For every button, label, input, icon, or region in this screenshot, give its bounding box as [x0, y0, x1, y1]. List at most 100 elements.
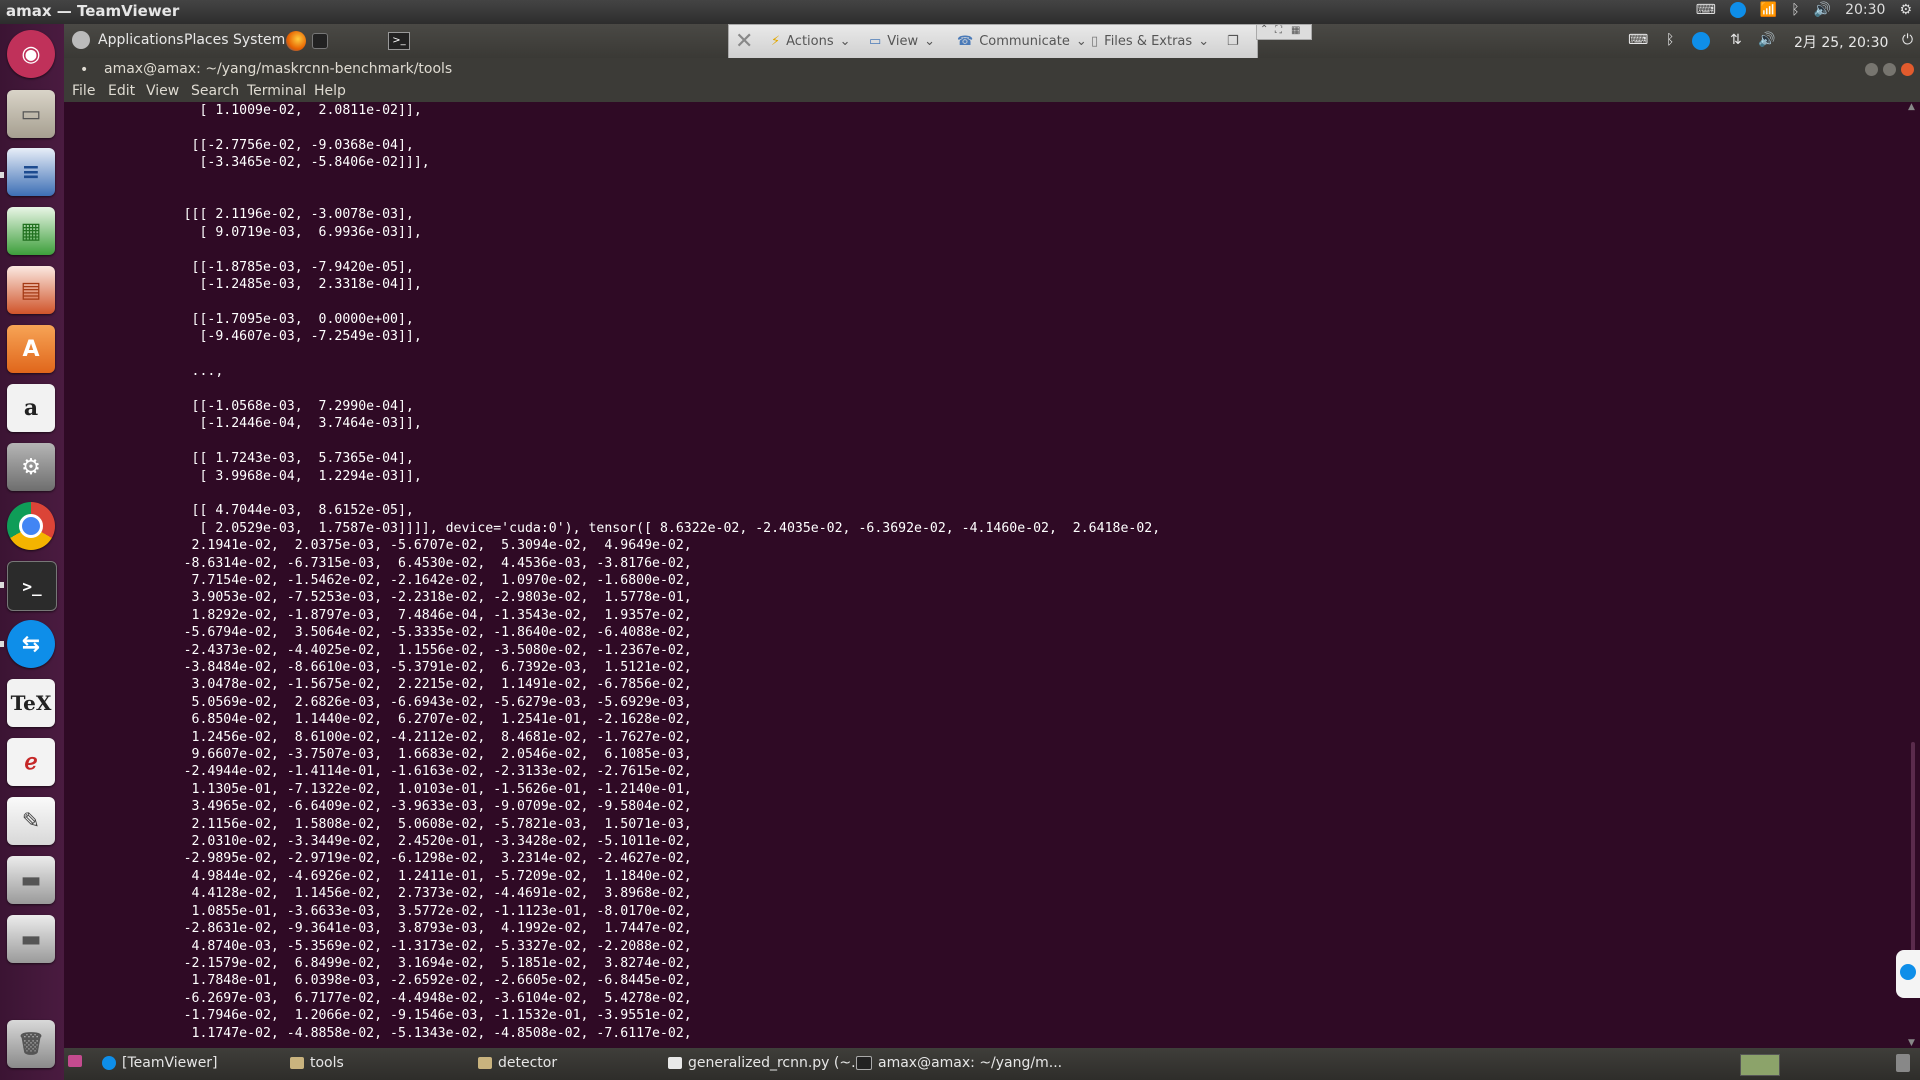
show-desktop-icon[interactable]: [68, 1055, 82, 1067]
chrome-icon[interactable]: [7, 502, 55, 550]
menu-terminal[interactable]: Terminal: [247, 83, 306, 99]
launcher-running-indicator: [0, 582, 4, 588]
folder-icon: [478, 1057, 492, 1069]
maximize-button[interactable]: [1883, 63, 1896, 76]
lightning-icon: ⚡: [771, 34, 781, 49]
applications-menu[interactable]: Applications: [98, 32, 184, 48]
pdf-viewer-icon[interactable]: ℯ: [7, 738, 55, 786]
workspace-switcher[interactable]: [1740, 1054, 1780, 1076]
system-tray: ⌨ 📶 ᛒ 🔊 20:30 ⚙: [1696, 2, 1912, 18]
taskbar-item-tools[interactable]: tools: [290, 1055, 344, 1071]
terminal-scrollbar[interactable]: ▲ ▼: [1906, 102, 1920, 1048]
firefox-icon[interactable]: [286, 31, 306, 51]
texmaker-icon[interactable]: TeX: [7, 679, 55, 727]
actions-label: Actions: [786, 34, 834, 49]
terminal-output-area[interactable]: [ 1.1009e-02, 2.0811e-02]], [[-2.7756e-0…: [64, 102, 1906, 1048]
terminal-small-icon: •: [80, 62, 89, 78]
close-icon[interactable]: ✕: [735, 29, 753, 54]
drive-icon[interactable]: ▬: [7, 915, 55, 963]
files-icon[interactable]: ▭: [7, 90, 55, 138]
text-editor-icon[interactable]: ✎: [7, 797, 55, 845]
taskbar-item-editor[interactable]: generalized_rcnn.py (~...: [668, 1055, 864, 1071]
windows-icon[interactable]: ❐: [1227, 34, 1239, 49]
chevron-down-icon: ⌄: [924, 34, 936, 49]
system-settings-icon[interactable]: ⚙: [7, 443, 55, 491]
camera-icon[interactable]: [312, 33, 328, 49]
teamviewer-icon[interactable]: ⇆: [7, 620, 55, 668]
writer-icon[interactable]: ≡: [7, 148, 55, 196]
bluetooth-icon[interactable]: ᛒ: [1791, 2, 1799, 18]
taskbar-label: [TeamViewer]: [122, 1055, 218, 1071]
terminal-icon[interactable]: >_: [7, 561, 57, 611]
taskbar-label: detector: [498, 1055, 558, 1071]
launcher-running-indicator: [0, 641, 4, 647]
applications-icon[interactable]: [72, 31, 90, 49]
file-icon: ▯: [1091, 34, 1099, 49]
gear-icon[interactable]: ⚙: [1899, 2, 1912, 18]
grid-icon[interactable]: ▦: [1291, 25, 1300, 36]
teamviewer-side-tab[interactable]: [1896, 950, 1920, 998]
teamviewer-tray-icon[interactable]: [1692, 32, 1710, 50]
system-menu[interactable]: System: [233, 32, 285, 48]
taskbar-item-terminal[interactable]: amax@amax: ~/yang/m...: [856, 1055, 1062, 1071]
impress-icon[interactable]: ▤: [7, 266, 55, 314]
menu-view[interactable]: View: [146, 83, 179, 99]
folder-icon: [290, 1057, 304, 1069]
teamviewer-tray-icon[interactable]: [1729, 2, 1746, 18]
places-menu[interactable]: Places: [184, 32, 229, 48]
taskbar-item-teamviewer[interactable]: [TeamViewer]: [102, 1055, 218, 1071]
terminal-menubar: File Edit View Search Terminal Help: [64, 82, 1920, 102]
power-icon[interactable]: ⏻: [1902, 32, 1913, 48]
taskbar-item-detector[interactable]: detector: [478, 1055, 557, 1071]
communicate-menu[interactable]: ☎ Communicate ⌄: [957, 34, 1087, 49]
chevron-up-icon[interactable]: ⌃: [1260, 24, 1268, 35]
terminal-title: amax@amax: ~/yang/maskrcnn-benchmark/too…: [104, 61, 453, 77]
datetime[interactable]: 2月 25, 20:30: [1794, 32, 1888, 52]
teamviewer-toolbar: ✕ ⚡ Actions ⌄ ▭ View ⌄ ☎ Communicate ⌄ ▯…: [728, 24, 1258, 60]
window-title: amax — TeamViewer: [6, 2, 180, 20]
ubuntu-dash-icon[interactable]: ◉: [7, 30, 55, 78]
menu-file[interactable]: File: [72, 83, 95, 99]
terminal-launcher-icon[interactable]: >_: [388, 32, 410, 50]
taskbar-label: tools: [310, 1055, 344, 1071]
menu-help[interactable]: Help: [314, 83, 346, 99]
scroll-thumb[interactable]: [1911, 742, 1915, 962]
menu-edit[interactable]: Edit: [108, 83, 135, 99]
keyboard-icon[interactable]: ⌨: [1628, 32, 1648, 48]
minimize-button[interactable]: [1865, 63, 1878, 76]
communicate-label: Communicate: [979, 34, 1070, 49]
software-center-icon[interactable]: A: [7, 325, 55, 373]
teamviewer-icon: [102, 1056, 116, 1070]
volume-icon[interactable]: 🔊: [1758, 32, 1775, 48]
keyboard-icon[interactable]: ⌨: [1696, 2, 1716, 18]
menu-search[interactable]: Search: [191, 83, 239, 99]
teamviewer-mini-controls: ⌃ ⛶ ▦: [1256, 24, 1312, 40]
bluetooth-icon[interactable]: ᛒ: [1666, 32, 1674, 48]
terminal-icon: [856, 1056, 872, 1070]
drive-icon[interactable]: ▬: [7, 856, 55, 904]
scroll-up-arrow[interactable]: ▲: [1908, 102, 1915, 112]
scroll-down-arrow[interactable]: ▼: [1908, 1038, 1915, 1048]
trash-icon[interactable]: 🗑: [7, 1020, 55, 1068]
outer-top-panel: amax — TeamViewer ⌨ 📶 ᛒ 🔊 20:30 ⚙: [0, 0, 1920, 24]
fullscreen-icon[interactable]: ⛶: [1275, 25, 1282, 36]
chevron-down-icon: ⌄: [839, 34, 851, 49]
taskbar-label: amax@amax: ~/yang/m...: [878, 1055, 1063, 1071]
amazon-icon[interactable]: a: [7, 384, 55, 432]
close-button[interactable]: [1901, 63, 1914, 76]
chevron-down-icon: ⌄: [1075, 34, 1087, 49]
launcher: ◉ ▭ ≡ ▦ ▤ A a ⚙ >_ ⇆ TeX ℯ ✎ ▬ ▬ 🗑: [0, 24, 65, 1080]
teamviewer-icon: [1900, 964, 1916, 980]
volume-icon[interactable]: 🔊: [1814, 2, 1831, 18]
view-menu[interactable]: ▭ View ⌄: [869, 34, 935, 49]
chat-icon: ☎: [957, 34, 974, 49]
taskbar-label: generalized_rcnn.py (~...: [688, 1055, 865, 1071]
text-editor-icon: [668, 1057, 682, 1069]
files-extras-menu[interactable]: ▯ Files & Extras ⌄: [1091, 34, 1209, 49]
clock[interactable]: 20:30: [1845, 2, 1885, 18]
network-icon[interactable]: ⇅: [1730, 32, 1742, 48]
wifi-icon[interactable]: 📶: [1760, 2, 1777, 18]
actions-menu[interactable]: ⚡ Actions ⌄: [771, 34, 851, 49]
trash-icon[interactable]: [1896, 1054, 1910, 1072]
calc-icon[interactable]: ▦: [7, 207, 55, 255]
